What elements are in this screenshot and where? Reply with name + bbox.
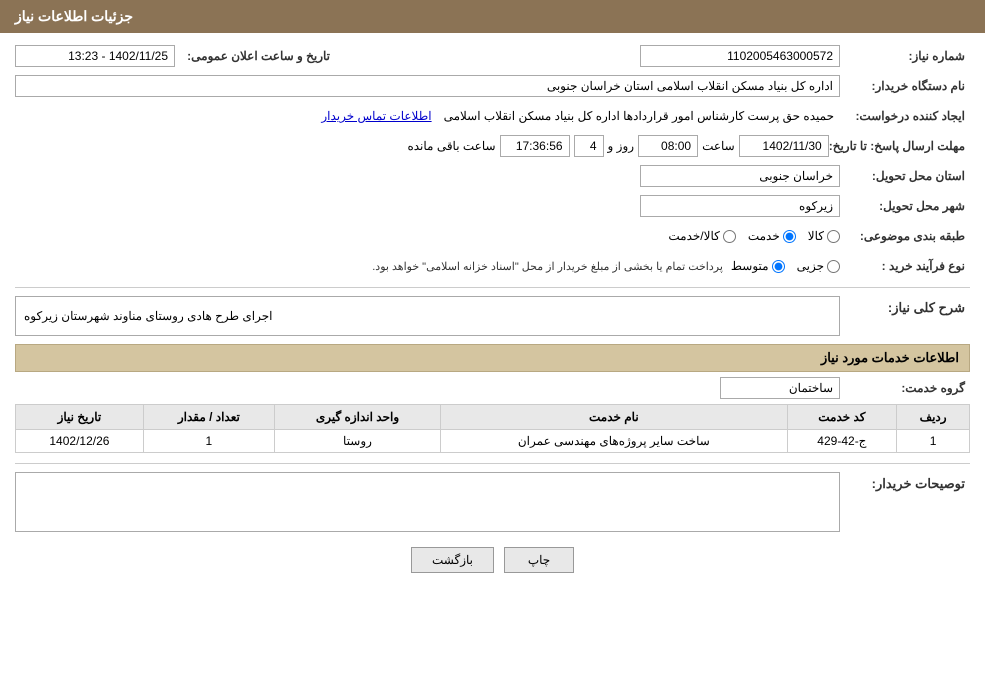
table-cell: 1402/12/26 — [16, 430, 144, 453]
col-unit: واحد اندازه گیری — [274, 405, 440, 430]
noe-group: جزیی متوسط — [731, 259, 840, 273]
shahr-label: شهر محل تحویل: — [840, 199, 970, 213]
table-cell: 1 — [897, 430, 970, 453]
buyer-desc-label: توصیحات خریدار: — [840, 472, 970, 492]
noe-jozvi-radio[interactable] — [827, 260, 840, 273]
rooz-label: روز و — [608, 139, 635, 153]
tabaqe-kala-label: کالا — [808, 229, 824, 243]
shomara-niaz-row: شماره نیاز: 1102005463000572 تاریخ و ساع… — [15, 43, 970, 69]
buyer-desc-textarea[interactable] — [15, 472, 840, 532]
chap-button[interactable]: چاپ — [504, 547, 574, 573]
table-cell: 1 — [143, 430, 274, 453]
ijad-value: حمیده حق پرست کارشناس امور قراردادها ادا… — [438, 105, 840, 127]
ostan-row: استان محل تحویل: خراسان جنوبی — [15, 163, 970, 189]
tabaqe-kala-item: کالا — [808, 229, 840, 243]
table-cell: ساخت سایر پروژه‌های مهندسی عمران — [441, 430, 787, 453]
page-container: جزئیات اطلاعات نیاز شماره نیاز: 11020054… — [0, 0, 985, 691]
col-count: تعداد / مقدار — [143, 405, 274, 430]
ostan-label: استان محل تحویل: — [840, 169, 970, 183]
group-value: ساختمان — [720, 377, 840, 399]
noe-motavaset-item: متوسط — [731, 259, 785, 273]
tabaqe-label: طبقه بندی موضوعی: — [840, 229, 970, 243]
sherh-value: اجرای طرح هادی روستای مناوند شهرستان زیر… — [24, 309, 273, 323]
tarikh-value: 1402/11/25 - 13:23 — [15, 45, 175, 67]
services-title: اطلاعات خدمات مورد نیاز — [821, 350, 959, 365]
mohlat-label: مهلت ارسال پاسخ: تا تاریخ: — [829, 139, 970, 153]
services-section-header: اطلاعات خدمات مورد نیاز — [15, 344, 970, 372]
col-name: نام خدمت — [441, 405, 787, 430]
saat-label: ساعت — [702, 139, 735, 153]
shomara-niaz-value: 1102005463000572 — [640, 45, 840, 67]
buyer-desc-row: توصیحات خریدار: — [15, 472, 970, 532]
noe-jozvi-item: جزیی — [797, 259, 840, 273]
main-content: شماره نیاز: 1102005463000572 تاریخ و ساع… — [0, 33, 985, 598]
sherh-row: شرح کلی نیاز: اجرای طرح هادی روستای مناو… — [15, 296, 970, 336]
nam-dastgah-value: اداره کل بنیاد مسکن انقلاب اسلامی استان … — [15, 75, 840, 97]
page-header: جزئیات اطلاعات نیاز — [0, 0, 985, 33]
bazgasht-button[interactable]: بازگشت — [411, 547, 494, 573]
table-row: 1ج-42-429ساخت سایر پروژه‌های مهندسی عمرا… — [16, 430, 970, 453]
col-radif: ردیف — [897, 405, 970, 430]
services-table: ردیف کد خدمت نام خدمت واحد اندازه گیری ت… — [15, 404, 970, 453]
noe-motavaset-radio[interactable] — [772, 260, 785, 273]
mohlat-countdown: 17:36:56 — [500, 135, 570, 157]
col-date: تاریخ نیاز — [16, 405, 144, 430]
tabaqe-khedmat-radio[interactable] — [783, 230, 796, 243]
tabaqe-kala-radio[interactable] — [827, 230, 840, 243]
sherh-label: شرح کلی نیاز: — [840, 296, 970, 316]
mohlat-row: مهلت ارسال پاسخ: تا تاریخ: 1402/11/30 سا… — [15, 133, 970, 159]
noe-jozvi-label: جزیی — [797, 259, 824, 273]
ijad-row: ایجاد کننده درخواست: حمیده حق پرست کارشن… — [15, 103, 970, 129]
mohlat-saat: 08:00 — [638, 135, 698, 157]
services-table-body: 1ج-42-429ساخت سایر پروژه‌های مهندسی عمرا… — [16, 430, 970, 453]
table-cell: روستا — [274, 430, 440, 453]
group-service-row: گروه خدمت: ساختمان — [15, 377, 970, 399]
noe-note: پرداخت تمام یا بخشی از مبلغ خریدار از مح… — [372, 260, 723, 273]
tarikh-label: تاریخ و ساعت اعلان عمومی: — [175, 49, 335, 63]
services-table-head: ردیف کد خدمت نام خدمت واحد اندازه گیری ت… — [16, 405, 970, 430]
table-cell: ج-42-429 — [787, 430, 897, 453]
sherh-box: اجرای طرح هادی روستای مناوند شهرستان زیر… — [15, 296, 840, 336]
shahr-value: زیرکوه — [640, 195, 840, 217]
noe-label: نوع فرآیند خرید : — [840, 259, 970, 273]
tabaqe-kalakhedmat-label: کالا/خدمت — [668, 229, 719, 243]
page-title: جزئیات اطلاعات نیاز — [15, 8, 133, 24]
button-group: چاپ بازگشت — [15, 547, 970, 588]
ostan-value: خراسان جنوبی — [640, 165, 840, 187]
ijad-label: ایجاد کننده درخواست: — [840, 109, 970, 123]
mohlat-baqi: ساعت باقی مانده — [407, 139, 495, 153]
col-code: کد خدمت — [787, 405, 897, 430]
tabaqe-khedmat-label: خدمت — [748, 229, 780, 243]
nam-dastgah-row: نام دستگاه خریدار: اداره کل بنیاد مسکن ا… — [15, 73, 970, 99]
divider1 — [15, 287, 970, 288]
tabaqe-group: کالا خدمت کالا/خدمت — [668, 229, 840, 243]
group-label: گروه خدمت: — [840, 381, 970, 395]
tabaqe-kalakhedmat-item: کالا/خدمت — [668, 229, 735, 243]
ijad-link[interactable]: اطلاعات تماس خریدار — [321, 109, 431, 123]
divider2 — [15, 463, 970, 464]
shahr-row: شهر محل تحویل: زیرکوه — [15, 193, 970, 219]
mohlat-date: 1402/11/30 — [739, 135, 829, 157]
tabaqe-row: طبقه بندی موضوعی: کالا خدمت کالا/خدمت — [15, 223, 970, 249]
tabaqe-khedmat-item: خدمت — [748, 229, 796, 243]
tabaqe-kalakhedmat-radio[interactable] — [723, 230, 736, 243]
shomara-niaz-label: شماره نیاز: — [840, 49, 970, 63]
services-table-header-row: ردیف کد خدمت نام خدمت واحد اندازه گیری ت… — [16, 405, 970, 430]
mohlat-rooz: 4 — [574, 135, 604, 157]
noe-row: نوع فرآیند خرید : جزیی متوسط پرداخت تمام… — [15, 253, 970, 279]
noe-motavaset-label: متوسط — [731, 259, 769, 273]
nam-dastgah-label: نام دستگاه خریدار: — [840, 79, 970, 93]
